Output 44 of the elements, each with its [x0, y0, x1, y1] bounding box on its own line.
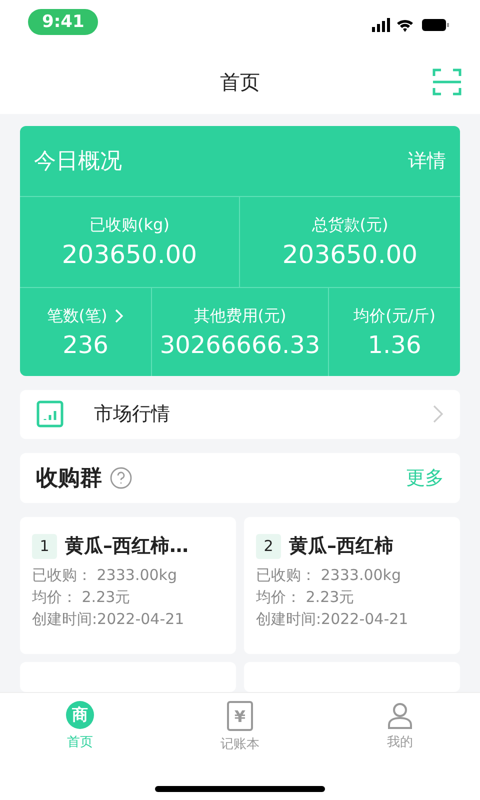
index-badge: 1 — [32, 534, 57, 558]
group-name: 黄瓜–西红柿… — [65, 534, 188, 559]
tab-item[interactable]: 商 首页 — [0, 701, 160, 753]
page-title: 首页 — [220, 68, 260, 96]
shop-icon: 商 — [66, 701, 94, 729]
market-row[interactable]: 市场行情 — [20, 390, 460, 439]
more-link[interactable]: 更多 — [406, 464, 444, 491]
created-date: 创建时间:2022-04-21 — [256, 610, 410, 629]
index-badge: 2 — [256, 534, 281, 558]
chevron-icon[interactable] — [115, 309, 124, 323]
stat-value: 1.36 — [368, 330, 422, 358]
purchased-amount: 已收购： 2333.00kg — [32, 566, 178, 585]
market-label: 市场行情 — [94, 402, 171, 428]
stat-label: 总货款(元) — [312, 215, 388, 236]
average-price: 均价： 2.23元 — [32, 588, 132, 607]
stat-label: 均价(元/斤) — [354, 306, 436, 326]
ledger-icon: ¥ — [227, 701, 253, 731]
help-icon[interactable] — [110, 466, 132, 489]
wifi-icon — [397, 20, 413, 32]
status-time: 9:41 — [28, 9, 98, 35]
detail-link[interactable]: 详情 — [408, 148, 446, 174]
tab-item[interactable]: 我的 — [320, 701, 480, 753]
overview-title: 今日概况 — [34, 148, 122, 176]
stat-label: 笔数(笔) — [46, 306, 108, 326]
bar-chart-icon — [36, 400, 64, 428]
group-name: 黄瓜–西红柿 — [289, 534, 394, 559]
person-icon — [386, 701, 414, 729]
created-date: 创建时间:2022-04-21 — [32, 610, 186, 629]
stat-label: 其他费用(元) — [194, 306, 286, 326]
group-card[interactable]: 2 黄瓜–西红柿 已收购： 2333.00kg 均价： 2.23元 创建时间:2022-04-21 — [244, 517, 460, 654]
stat-value: 30266666.33 — [160, 330, 320, 358]
average-price: 均价： 2.23元 — [256, 588, 356, 607]
scan-icon[interactable] — [432, 67, 462, 97]
stat-value: 203650.00 — [282, 240, 418, 269]
chevron-icon — [433, 405, 444, 424]
stat-value: 236 — [62, 330, 108, 358]
section-title: 收购群 — [36, 464, 102, 493]
battery-icon — [422, 19, 449, 31]
group-card[interactable]: 1 黄瓜–西红柿… 已收购： 2333.00kg 均价： 2.23元 创建时间:2022-04-21 — [20, 517, 236, 654]
purchased-amount: 已收购： 2333.00kg — [256, 566, 402, 585]
tab-item[interactable]: ¥ 记账本 — [160, 701, 320, 753]
signal-icon — [372, 18, 390, 32]
stat-value: 203650.00 — [62, 240, 198, 269]
stat-label: 已收购(kg) — [90, 215, 170, 236]
